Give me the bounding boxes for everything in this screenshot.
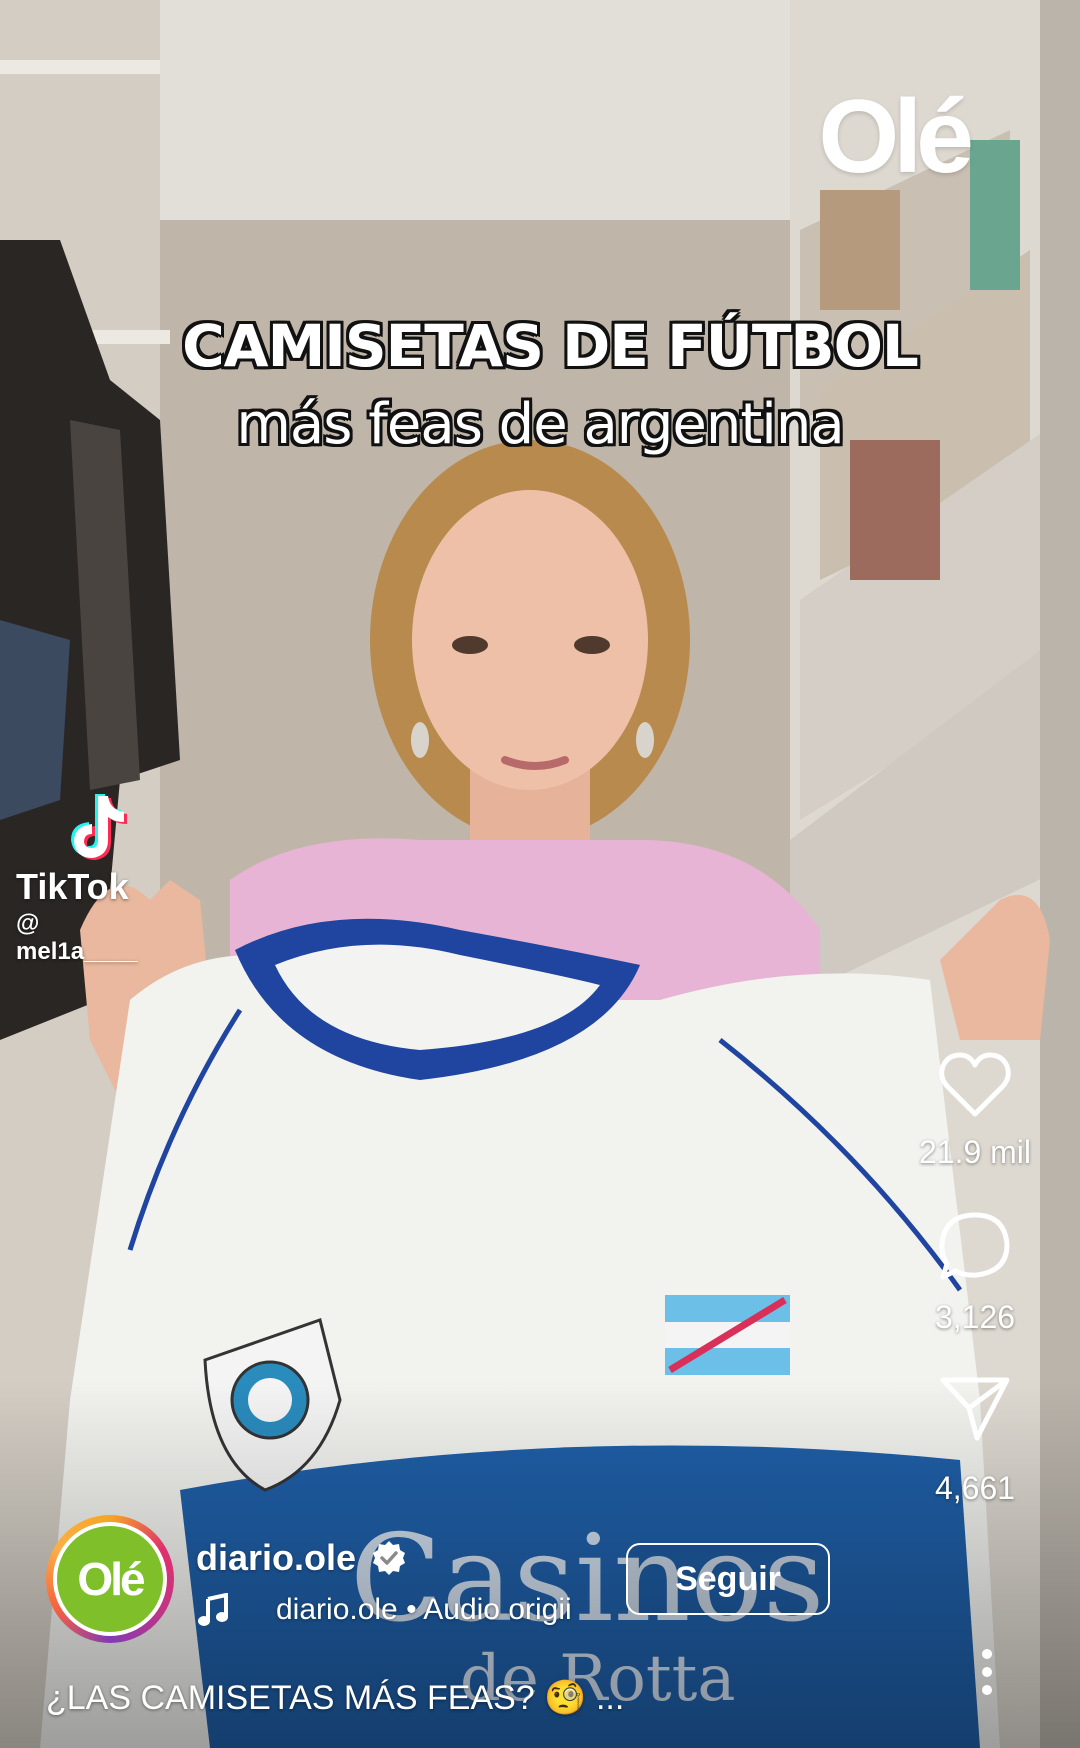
- paper-plane-icon[interactable]: [939, 1374, 1011, 1444]
- username[interactable]: diario.ole: [196, 1537, 356, 1579]
- more-vertical-icon[interactable]: [980, 1648, 994, 1696]
- audio-row[interactable]: diario.ole • Audio origii: [196, 1593, 572, 1627]
- tiktok-logo-icon: [71, 794, 127, 860]
- video-caption-subtitle: más feas de argentina: [236, 392, 844, 457]
- like-button[interactable]: 21.9 mil: [910, 1050, 1040, 1171]
- comment-bubble-icon[interactable]: [937, 1209, 1013, 1285]
- tiktok-handle: @ mel1a____: [16, 910, 138, 965]
- avatar[interactable]: Olé: [46, 1515, 174, 1643]
- music-note-icon: [198, 1593, 228, 1626]
- comment-count: 3,126: [934, 1299, 1016, 1335]
- author-bar: Olé diario.ole diario.ole • Audio origii…: [46, 1515, 846, 1645]
- audio-label[interactable]: diario.ole • Audio origii: [276, 1593, 572, 1627]
- follow-button[interactable]: Seguir: [626, 1543, 830, 1615]
- share-button[interactable]: 4,661: [910, 1374, 1040, 1507]
- like-count: 21.9 mil: [918, 1134, 1032, 1170]
- ole-brand-watermark: Olé: [818, 79, 974, 195]
- post-description[interactable]: ¿LAS CAMISETAS MÁS FEAS? 🧐 ...: [46, 1678, 624, 1718]
- username-row[interactable]: diario.ole: [196, 1537, 408, 1579]
- video-caption-title: CAMISETAS DE FÚTBOL: [182, 312, 919, 380]
- tiktok-name: TikTok: [16, 866, 129, 907]
- share-count: 4,661: [934, 1470, 1016, 1506]
- tiktok-watermark: TikTok @ mel1a____: [16, 790, 166, 966]
- heart-icon[interactable]: [937, 1050, 1013, 1120]
- verified-badge-icon: [373, 1541, 406, 1575]
- comment-button[interactable]: 3,126: [910, 1209, 1040, 1336]
- action-rail: 21.9 mil 3,126 4,661: [910, 1050, 1040, 1507]
- avatar-logo: Olé: [57, 1526, 163, 1632]
